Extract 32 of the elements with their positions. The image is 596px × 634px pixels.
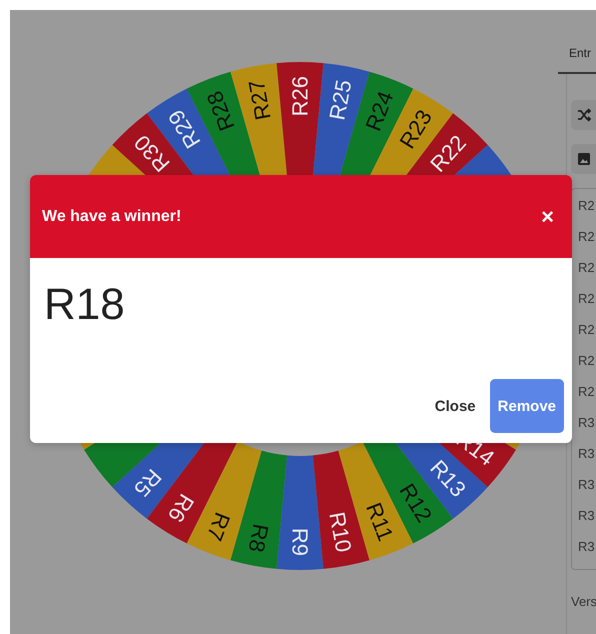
segment-label: R7 — [202, 509, 236, 544]
remove-button[interactable]: Remove — [490, 379, 564, 433]
entry-line: R2 — [578, 197, 596, 215]
entry-line: R3 — [578, 414, 596, 432]
segment-label: R11 — [361, 499, 398, 544]
dialog-title: We have a winner! — [42, 208, 182, 226]
shuffle-icon — [577, 108, 591, 122]
segment-label: R25 — [324, 78, 356, 122]
entry-line: R3 — [578, 538, 596, 556]
entry-line: R3 — [578, 445, 596, 463]
segment-label: R22 — [425, 130, 471, 177]
segment-label: R26 — [288, 76, 312, 116]
entries-tab[interactable]: Entr — [569, 46, 592, 72]
segment-label: R9 — [288, 528, 312, 556]
image-icon — [577, 152, 591, 166]
segment-label: R30 — [129, 130, 175, 177]
entry-line: R3 — [578, 476, 596, 494]
entry-line: R2 — [578, 290, 596, 308]
segment-label: R8 — [244, 522, 274, 554]
segment-label: R10 — [324, 510, 356, 554]
entry-line: R2 — [578, 259, 596, 277]
entry-line: R2 — [578, 321, 596, 339]
entry-line: R3 — [578, 507, 596, 525]
image-button[interactable] — [571, 144, 596, 174]
segment-label: R24 — [360, 88, 398, 134]
entry-line: R2 — [578, 352, 596, 370]
entry-line: R2 — [578, 228, 596, 246]
winner-name: R18 — [44, 280, 125, 330]
segment-label: R27 — [244, 78, 276, 122]
segment-label: R28 — [202, 88, 240, 134]
entry-line: R2 — [578, 383, 596, 401]
shuffle-button[interactable] — [571, 100, 596, 130]
